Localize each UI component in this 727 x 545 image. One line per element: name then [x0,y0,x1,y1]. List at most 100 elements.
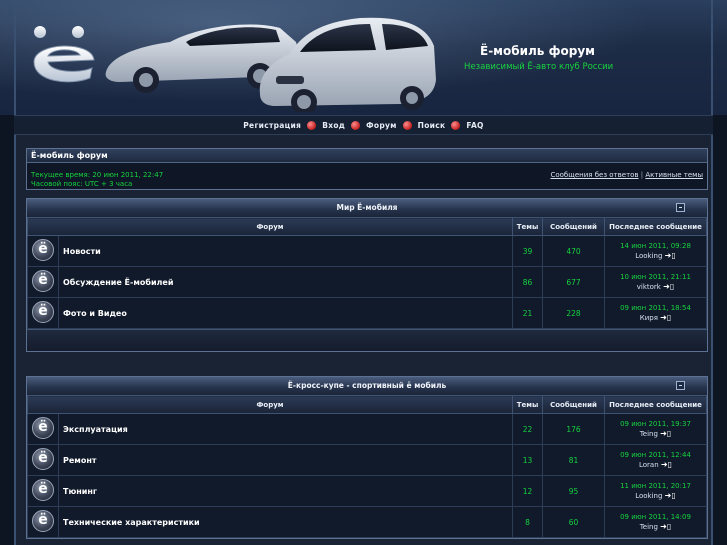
last-post-cell: 11 июн 2011, 20:17 Looking ➜▯ [604,475,707,507]
nav-search-link[interactable]: Поиск [418,121,446,130]
forum-link[interactable]: Эксплуатация [58,413,513,445]
last-post-cell: 10 июн 2011, 21:11 viktork ➜▯ [604,266,707,298]
last-post-cell: 09 июн 2011, 18:54 Киря ➜▯ [604,297,707,329]
forum-icon [32,448,54,470]
collapse-icon[interactable] [676,203,685,212]
category-title[interactable]: Ё-кросс-купе - спортивный ё мобиль [27,377,707,395]
table-header-row: Форум Темы Сообщений Последнее сообщение [27,395,707,414]
last-post-user-link[interactable]: Loran [639,461,659,469]
table-row: Ремонт 13 81 09 июн 2011, 12:44 Loran ➜▯ [27,444,707,476]
posts-count: 470 [542,235,605,267]
nav-separator-icon [402,120,412,130]
last-post-user-link[interactable]: Teing [640,523,658,531]
timezone: Часовой пояс: UTC + 3 часа [31,180,133,188]
site-subtitle: Независимый Ё-авто клуб России [464,62,614,72]
last-post-user-link[interactable]: Киря [640,314,658,322]
col-last-post: Последнее сообщение [604,395,707,414]
posts-count: 228 [542,297,605,329]
table-row: Эксплуатация 22 176 09 июн 2011, 19:37 T… [27,413,707,445]
forum-info-title[interactable]: Ё-мобиль форум [27,149,707,163]
table-row: Новости 39 470 14 июн 2011, 09:28 Lookin… [27,235,707,267]
goto-last-post-icon[interactable]: ➜▯ [661,460,672,470]
topics-count: 13 [512,444,543,476]
category-block: Мир Ё-мобиля Форум Темы Сообщений Послед… [26,198,708,352]
nav-forum-link[interactable]: Форум [366,121,396,130]
category-title-text: Ё-кросс-купе - спортивный ё мобиль [287,381,447,390]
forum-icon [32,270,54,292]
forum-link[interactable]: Новости [58,235,513,267]
last-post-user-link[interactable]: Looking [635,492,662,500]
table-row: Фото и Видео 21 228 09 июн 2011, 18:54 К… [27,297,707,329]
table-row: Технические характеристики 8 60 09 июн 2… [27,506,707,538]
topics-count: 22 [512,413,543,445]
category-title[interactable]: Мир Ё-мобиля [27,199,707,217]
col-topics: Темы [512,217,543,236]
posts-count: 60 [542,506,605,538]
unanswered-posts-link[interactable]: Сообщения без ответов [550,171,638,179]
forum-info-box: Ё-мобиль форум Текущее время: 20 июн 201… [26,148,708,190]
topics-count: 8 [512,506,543,538]
col-forum: Форум [27,395,513,414]
last-post-time: 09 июн 2011, 12:44 [620,451,691,459]
goto-last-post-icon[interactable]: ➜▯ [660,313,671,323]
posts-count: 81 [542,444,605,476]
last-post-time: 14 июн 2011, 09:28 [620,242,691,250]
col-last-post: Последнее сообщение [604,217,707,236]
posts-count: 677 [542,266,605,298]
last-post-user-link[interactable]: Teing [640,430,658,438]
col-posts: Сообщений [542,217,605,236]
table-row: Тюнинг 12 95 11 июн 2011, 20:17 Looking … [27,475,707,507]
col-topics: Темы [512,395,543,414]
topics-count: 39 [512,235,543,267]
table-row: Обсуждение Ё-мобилей 86 677 10 июн 2011,… [27,266,707,298]
forum-table: Форум Темы Сообщений Последнее сообщение… [27,217,707,329]
forum-link[interactable]: Ремонт [58,444,513,476]
goto-last-post-icon[interactable]: ➜▯ [663,282,674,292]
topics-count: 21 [512,297,543,329]
table-header-row: Форум Темы Сообщений Последнее сообщение [27,217,707,236]
site-title: Ё-мобиль форум [480,44,595,58]
last-post-user-link[interactable]: viktork [637,283,661,291]
col-posts: Сообщений [542,395,605,414]
site-logo[interactable] [26,20,100,90]
last-post-cell: 09 июн 2011, 19:37 Teing ➜▯ [604,413,707,445]
last-post-time: 11 июн 2011, 20:17 [620,482,691,490]
forum-link[interactable]: Обсуждение Ё-мобилей [58,266,513,298]
posts-count: 95 [542,475,605,507]
forum-icon [32,239,54,261]
forum-icon [32,479,54,501]
forum-icon [32,510,54,532]
forum-icon [32,417,54,439]
banner-cars-illustration [105,17,436,112]
nav-separator-icon [351,120,361,130]
quick-links: Сообщения без ответов | Активные темы [550,171,703,179]
current-time: Текущее время: 20 июн 2011, 22:47 [31,171,164,179]
header-banner: Ё-мобиль форум Независимый Ё-авто клуб Р… [0,0,727,115]
col-forum: Форум [27,217,513,236]
goto-last-post-icon[interactable]: ➜▯ [660,429,671,439]
category-footer [27,329,707,351]
forum-link[interactable]: Технические характеристики [58,506,513,538]
main-nav: Регистрация Вход Форум Поиск FAQ [0,115,727,135]
goto-last-post-icon[interactable]: ➜▯ [665,491,676,501]
last-post-user-link[interactable]: Looking [635,252,662,260]
goto-last-post-icon[interactable]: ➜▯ [665,251,676,261]
active-topics-link[interactable]: Активные темы [645,171,703,179]
forum-table: Форум Темы Сообщений Последнее сообщение… [27,395,707,538]
last-post-time: 09 июн 2011, 14:09 [620,513,691,521]
category-title-text: Мир Ё-мобиля [336,203,398,212]
collapse-icon[interactable] [676,381,685,390]
forum-link[interactable]: Тюнинг [58,475,513,507]
nav-faq-link[interactable]: FAQ [466,121,483,130]
nav-login-link[interactable]: Вход [322,121,345,130]
last-post-cell: 09 июн 2011, 12:44 Loran ➜▯ [604,444,707,476]
forum-link[interactable]: Фото и Видео [58,297,513,329]
last-post-time: 09 июн 2011, 19:37 [620,420,691,428]
last-post-cell: 09 июн 2011, 14:09 Teing ➜▯ [604,506,707,538]
nav-register-link[interactable]: Регистрация [243,121,301,130]
nav-separator-icon [307,120,317,130]
category-block: Ё-кросс-купе - спортивный ё мобиль Форум… [26,376,708,539]
goto-last-post-icon[interactable]: ➜▯ [660,522,671,532]
forum-icon [32,301,54,323]
last-post-time: 10 июн 2011, 21:11 [620,273,691,281]
